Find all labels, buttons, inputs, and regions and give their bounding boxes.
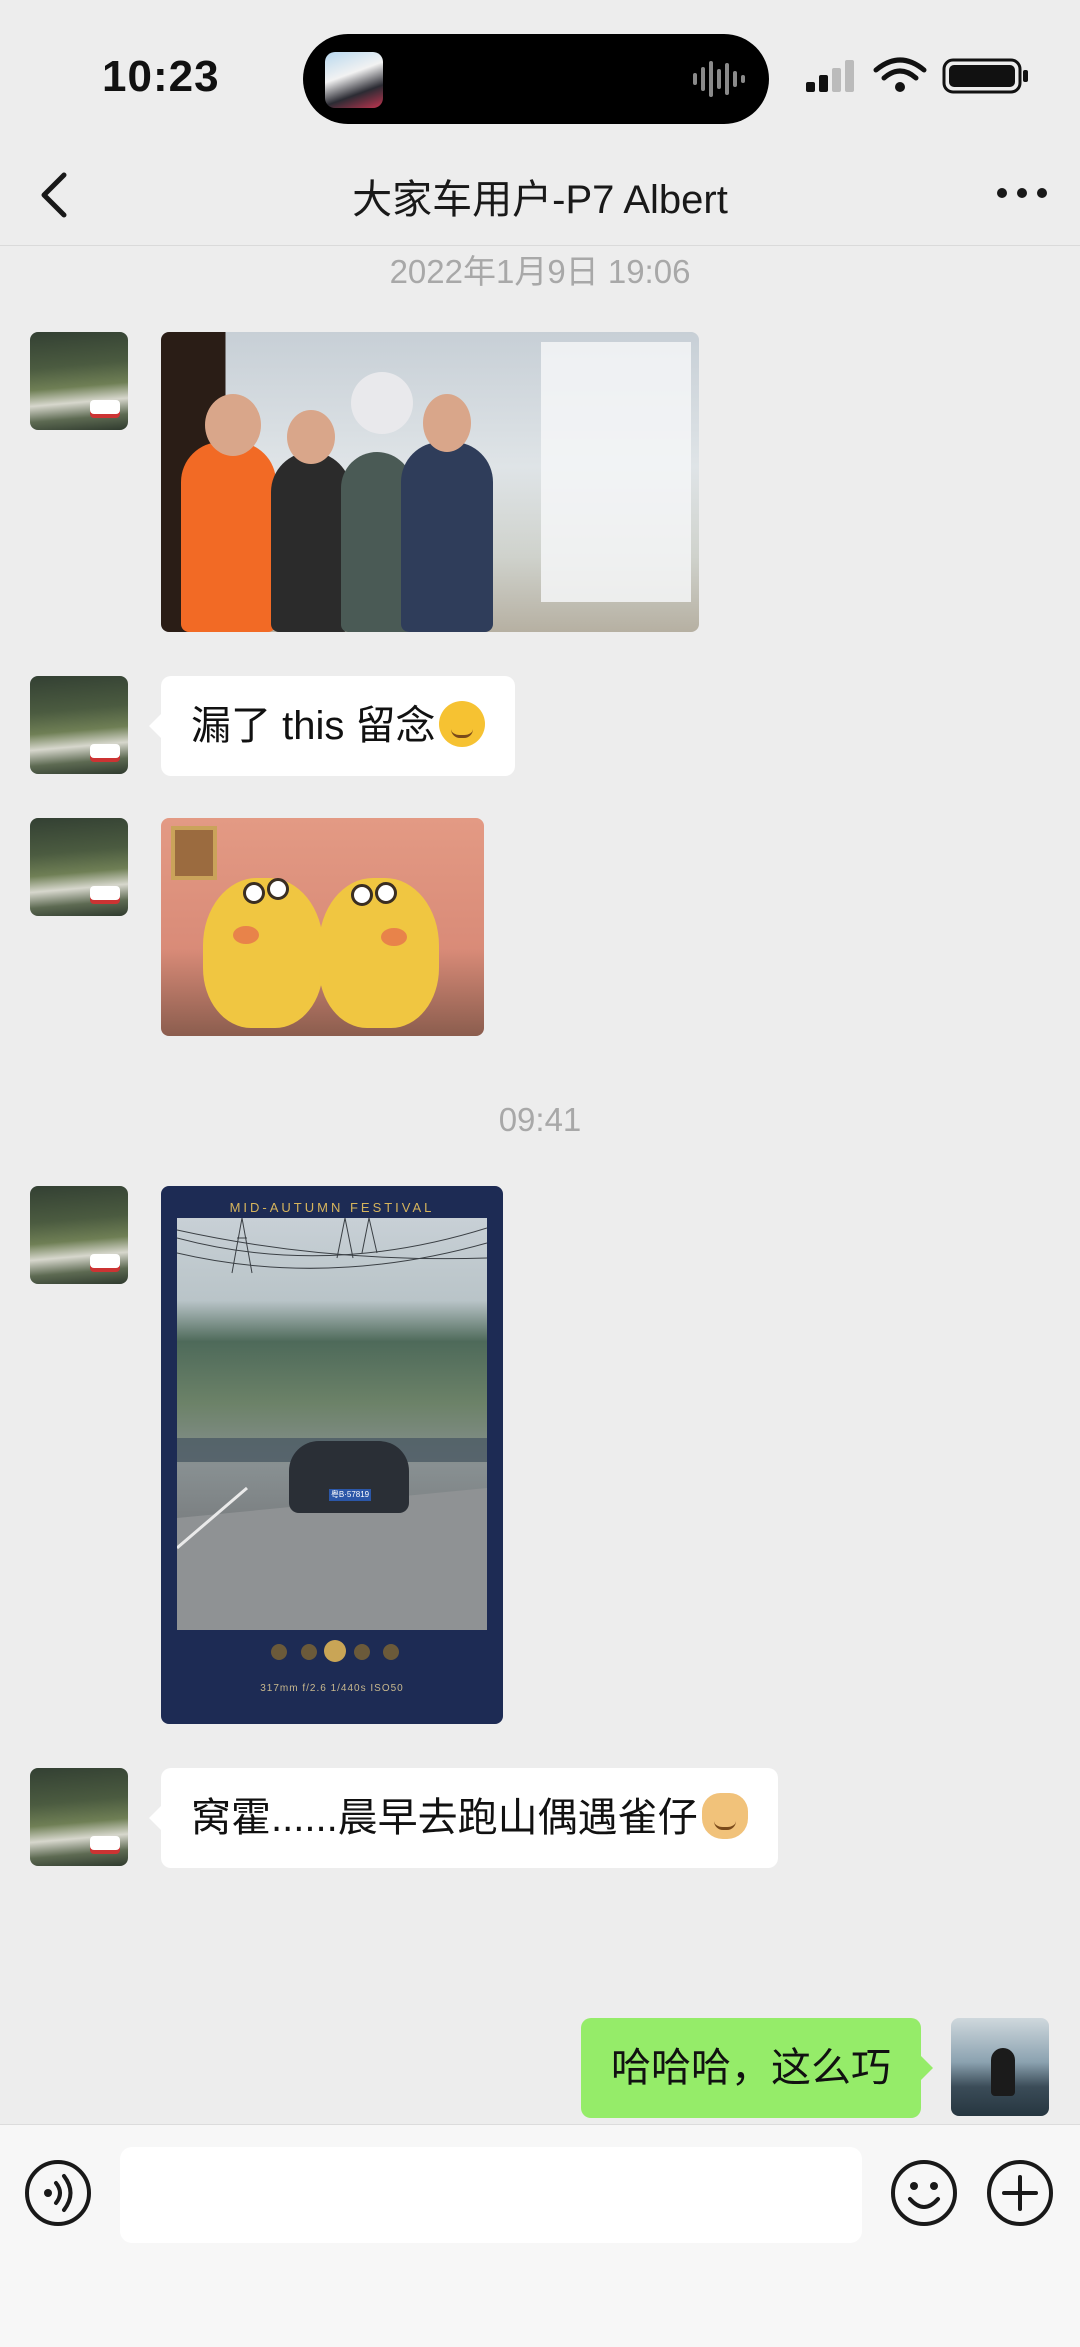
- more-dots-icon[interactable]: [994, 183, 1050, 203]
- status-time: 10:23: [102, 52, 220, 101]
- battery-icon: [942, 58, 1028, 94]
- wall-frame: [171, 826, 217, 880]
- message-text: 哈哈哈，这么巧: [611, 2046, 891, 2090]
- license-plate: 粤B·57819: [329, 1489, 371, 1501]
- smirk-emoji-icon: [439, 701, 486, 747]
- tent: [541, 342, 691, 602]
- message-input[interactable]: [120, 2147, 862, 2243]
- album-art: [325, 52, 383, 108]
- person-head: [287, 410, 335, 464]
- cat-face-sticker: [351, 372, 413, 434]
- audio-waveform-icon: [693, 61, 745, 97]
- wifi-icon: [873, 57, 927, 81]
- person-head: [423, 394, 471, 452]
- poster-photo: [177, 1218, 487, 1630]
- my-avatar[interactable]: [951, 2018, 1049, 2116]
- contact-avatar[interactable]: [30, 818, 128, 916]
- voice-icon[interactable]: [24, 2159, 92, 2227]
- timestamp: 2022年1月9日 19:06: [389, 253, 691, 290]
- person-black: [271, 452, 351, 632]
- person-head: [205, 394, 261, 456]
- car: [289, 1441, 409, 1513]
- contact-avatar[interactable]: [30, 1186, 128, 1284]
- poster-caption: 317mm f/2.6 1/440s ISO50: [260, 1683, 404, 1694]
- person-navy: [401, 442, 493, 632]
- contact-avatar[interactable]: [30, 1768, 128, 1866]
- chat-header: 大家车用户-P7 Albert: [0, 145, 1080, 246]
- signal-icon: [806, 60, 854, 92]
- power-lines: [177, 1218, 487, 1630]
- group-photo-message[interactable]: [161, 332, 699, 632]
- contact-avatar[interactable]: [30, 332, 128, 430]
- message-text: 漏了 this 留念: [191, 704, 436, 748]
- my-text-bubble[interactable]: 哈哈哈，这么巧: [581, 2018, 933, 2118]
- chick-left: [203, 878, 323, 1028]
- text-bubble[interactable]: 窝霍......晨早去跑山偶遇雀仔: [149, 1768, 778, 1868]
- chick-sticker-message[interactable]: [161, 818, 484, 1036]
- contact-avatar[interactable]: [30, 676, 128, 774]
- mid-autumn-poster-message[interactable]: MID-AUTUMN FESTIVAL 粤B·57819 317mm f/2.6…: [161, 1186, 503, 1724]
- dynamic-island[interactable]: [303, 34, 769, 124]
- plus-circle-icon[interactable]: [986, 2159, 1054, 2227]
- smile-icon[interactable]: [890, 2159, 958, 2227]
- input-bar: [0, 2124, 1080, 2347]
- status-icons: [806, 57, 1028, 94]
- chat-title: 大家车用户-P7 Albert: [352, 178, 728, 222]
- timestamp: 09:41: [498, 1101, 582, 1138]
- wifi-dot: [895, 82, 905, 92]
- text-bubble[interactable]: 漏了 this 留念: [148, 676, 516, 776]
- message-text: 窝霍......晨早去跑山偶遇雀仔: [191, 1796, 698, 1840]
- poster-title: MID-AUTUMN FESTIVAL: [229, 1200, 435, 1215]
- person-orange: [181, 442, 276, 632]
- doge-emoji-icon: [701, 1793, 748, 1839]
